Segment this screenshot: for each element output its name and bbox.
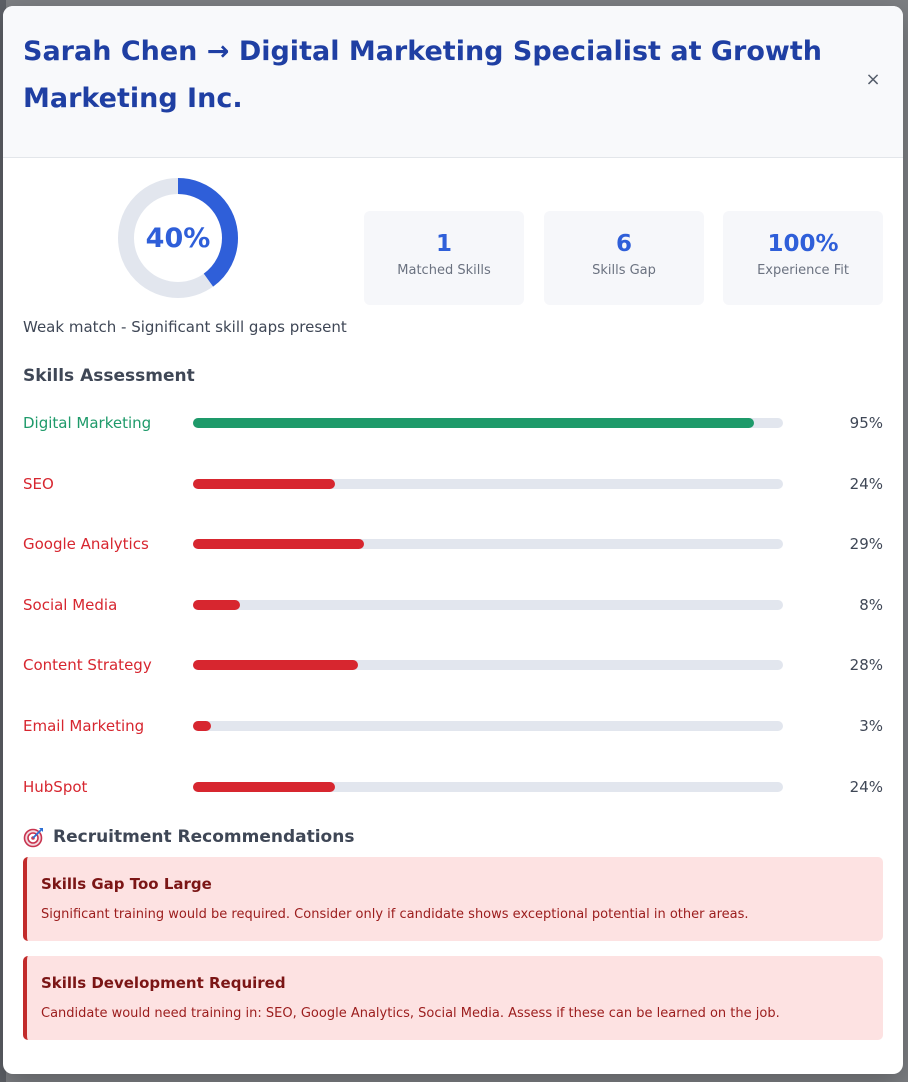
skill-progress-track — [193, 660, 783, 671]
skill-name: Digital Marketing — [23, 414, 152, 432]
skill-name: Social Media — [23, 595, 118, 614]
skill-row: Google Analytics 29% — [23, 527, 883, 588]
skill-name: Google Analytics — [23, 535, 149, 554]
stat-label: Skills Gap — [592, 263, 656, 278]
modal-body: 40% Weak match - Significant skill gaps … — [3, 158, 903, 1041]
skill-name: SEO — [23, 474, 54, 493]
skill-percent: 3% — [859, 716, 883, 735]
skill-percent: 8% — [859, 595, 883, 614]
skills-section-title: Skills Assessment — [23, 366, 195, 386]
skill-progress-track — [193, 418, 783, 428]
stat-skills-gap: 6 Skills Gap — [544, 211, 704, 305]
skill-progress-track — [193, 720, 783, 731]
candidate-match-modal: Sarah Chen → Digital Marketing Specialis… — [3, 6, 903, 1074]
modal-header: Sarah Chen → Digital Marketing Specialis… — [3, 6, 903, 158]
skill-progress-fill — [193, 720, 211, 731]
stat-experience-fit: 100% Experience Fit — [723, 211, 883, 305]
skill-row: HubSpot 24% — [23, 770, 883, 831]
skill-percent: 24% — [849, 474, 883, 493]
recommendation-card: Skills Development Required Candidate wo… — [23, 956, 883, 1041]
stat-value: 6 — [615, 231, 632, 257]
skill-progress-track — [193, 781, 783, 792]
stat-value: 1 — [435, 231, 452, 257]
stat-label: Experience Fit — [757, 263, 849, 278]
skill-row: Social Media 8% — [23, 588, 883, 649]
recommendation-text: Significant training would be required. … — [41, 907, 749, 923]
close-button[interactable]: × — [863, 70, 883, 90]
skill-progress-fill — [193, 418, 754, 428]
stat-matched-skills: 1 Matched Skills — [364, 211, 524, 305]
skill-progress-fill — [193, 539, 365, 550]
skill-name: Email Marketing — [23, 716, 145, 735]
recommendation-heading: Skills Development Required — [41, 974, 286, 993]
skill-row: SEO 24% — [23, 467, 883, 528]
recommendation-card: Skills Gap Too Large Significant trainin… — [23, 857, 883, 942]
recommendation-heading: Skills Gap Too Large — [41, 875, 212, 894]
skill-progress-fill — [193, 478, 335, 489]
stat-value: 100% — [767, 231, 839, 257]
skill-percent: 95% — [849, 414, 883, 432]
skill-progress-fill — [193, 599, 241, 610]
skill-progress-track — [193, 599, 783, 610]
skill-progress-fill — [193, 781, 335, 792]
skill-percent: 24% — [849, 777, 883, 796]
match-description: Weak match - Significant skill gaps pres… — [23, 318, 347, 336]
match-percent: 40% — [145, 222, 211, 254]
skill-row: Content Strategy 28% — [23, 648, 883, 709]
skill-progress-track — [193, 478, 783, 489]
skill-progress-fill — [193, 660, 359, 671]
stat-label: Matched Skills — [397, 263, 491, 278]
recommendations-title: Recruitment Recommendations — [53, 827, 355, 848]
skill-name: Content Strategy — [23, 656, 152, 675]
skill-percent: 28% — [849, 656, 883, 675]
skill-percent: 29% — [849, 535, 883, 554]
match-score-ring: 40% — [118, 178, 238, 298]
skill-name: HubSpot — [23, 777, 88, 796]
skill-row: Digital Marketing 95% — [23, 406, 883, 467]
skills-list: Digital Marketing 95% SEO 24% Google Ana… — [23, 406, 883, 830]
match-summary: 40% Weak match - Significant skill gaps … — [23, 158, 883, 366]
modal-title: Sarah Chen → Digital Marketing Specialis… — [23, 36, 822, 114]
recommendation-text: Candidate would need training in: SEO, G… — [41, 1006, 780, 1022]
skill-progress-track — [193, 539, 783, 550]
skill-row: Email Marketing 3% — [23, 709, 883, 770]
target-icon — [23, 826, 45, 848]
